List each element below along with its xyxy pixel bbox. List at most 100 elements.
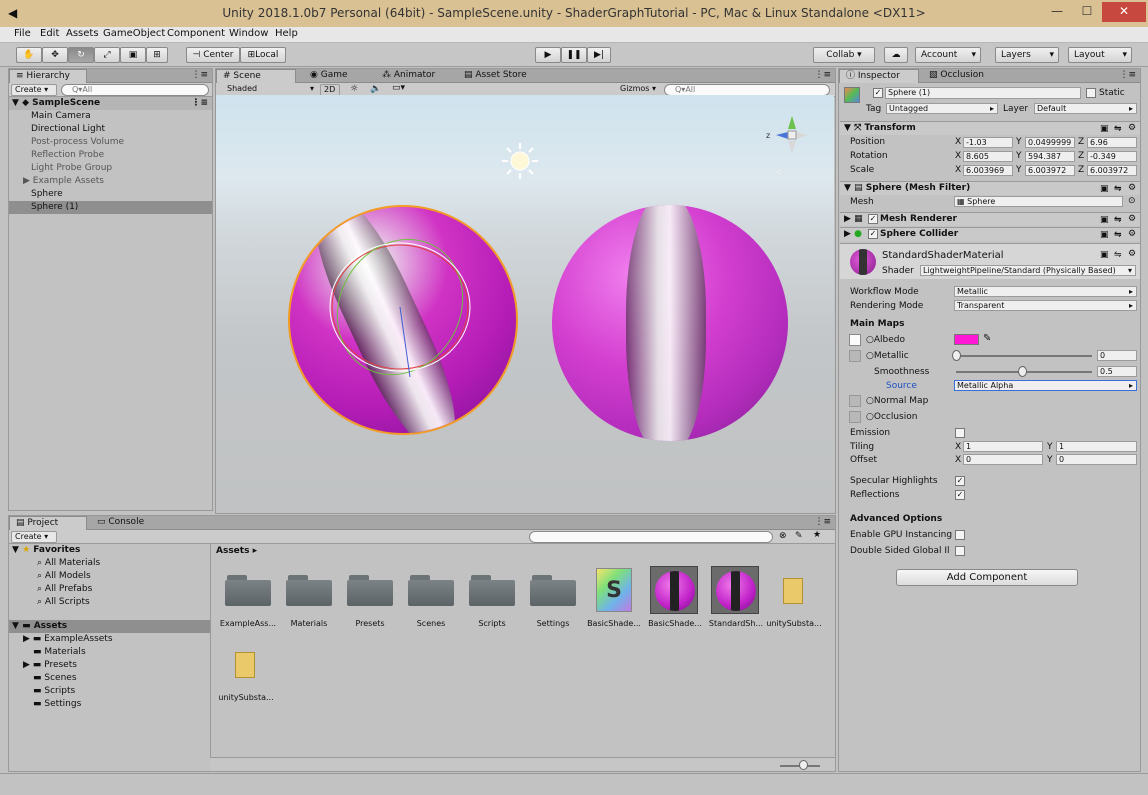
normal-map-texture-slot[interactable]: [849, 395, 861, 407]
scale-x-field[interactable]: 6.003969: [963, 165, 1013, 176]
smoothness-value-field[interactable]: 0.5: [1097, 366, 1137, 377]
tab-scene[interactable]: # Scene: [216, 69, 296, 83]
help-icon[interactable]: ▣: [1100, 250, 1109, 260]
rotation-z-field[interactable]: -0.349: [1087, 151, 1137, 162]
scale-z-field[interactable]: 6.003972: [1087, 165, 1137, 176]
menu-edit[interactable]: Edit: [40, 28, 59, 39]
folder-tree-item[interactable]: ▬ Scripts: [9, 685, 210, 698]
folder-icon[interactable]: [286, 572, 332, 606]
add-component-button[interactable]: Add Component: [896, 569, 1078, 586]
albedo-picker-icon[interactable]: ○: [866, 335, 874, 345]
scale-tool-button[interactable]: ⤢: [94, 47, 120, 63]
tab-animator[interactable]: ⁂ Animator: [376, 69, 441, 83]
rect-tool-button[interactable]: ▣: [120, 47, 146, 63]
preset-icon[interactable]: ⇋: [1114, 250, 1122, 260]
pause-button[interactable]: ❚❚: [561, 47, 587, 63]
folder-icon[interactable]: [347, 572, 393, 606]
tab-inspector[interactable]: ⓘ Inspector: [839, 69, 919, 83]
mesh-renderer-header[interactable]: ▶ ▦ ✓ Mesh Renderer ▣ ⇋ ⚙: [840, 212, 1140, 226]
material-sphere-icon[interactable]: [711, 566, 759, 614]
folder-tree-item[interactable]: ▬ Settings: [9, 698, 210, 711]
hierarchy-item[interactable]: Reflection Probe: [9, 149, 212, 162]
layer-dropdown[interactable]: Default ▸: [1034, 103, 1137, 114]
hierarchy-item[interactable]: Post-process Volume: [9, 136, 212, 149]
settings-gear-icon[interactable]: ⚙: [1128, 122, 1136, 135]
project-create-dropdown[interactable]: Create ▾: [11, 531, 57, 543]
hierarchy-item[interactable]: Sphere: [9, 188, 212, 201]
step-button[interactable]: ▶|: [587, 47, 611, 63]
sphere-collider-checkbox[interactable]: ✓: [868, 229, 878, 239]
close-button[interactable]: ✕: [1102, 2, 1146, 22]
menu-help[interactable]: Help: [275, 28, 298, 39]
hierarchy-item[interactable]: Main Camera: [9, 110, 212, 123]
metallic-picker-icon[interactable]: ○: [866, 351, 874, 361]
favorite-item[interactable]: ⌕ All Models: [9, 570, 210, 583]
object-picker-icon[interactable]: ⊙: [1128, 196, 1136, 206]
tab-project[interactable]: ▤ Project: [9, 516, 87, 530]
folder-icon[interactable]: [408, 572, 454, 606]
position-y-field[interactable]: 0.0499999: [1025, 137, 1075, 148]
folder-icon[interactable]: [225, 572, 271, 606]
zip-file-icon[interactable]: [783, 578, 803, 604]
double-sided-gi-checkbox[interactable]: [955, 546, 965, 556]
settings-gear-icon[interactable]: ⚙: [1128, 228, 1136, 241]
sphere[interactable]: [552, 205, 788, 441]
smoothness-slider-thumb[interactable]: [1018, 366, 1027, 377]
sphere-selected[interactable]: [288, 205, 518, 435]
mesh-filter-header[interactable]: ▼ ▤ Sphere (Mesh Filter) ▣ ⇋ ⚙: [840, 181, 1140, 195]
mesh-object-field[interactable]: ▦ Sphere: [954, 196, 1123, 207]
hierarchy-item[interactable]: Directional Light: [9, 123, 212, 136]
static-checkbox[interactable]: [1086, 88, 1096, 98]
occlusion-texture-slot[interactable]: [849, 411, 861, 423]
layout-dropdown[interactable]: Layout ▾: [1068, 47, 1132, 63]
normal-map-picker-icon[interactable]: ○: [866, 396, 874, 406]
transform-tool-button[interactable]: ⊞: [146, 47, 168, 63]
mesh-renderer-checkbox[interactable]: ✓: [868, 214, 878, 224]
hierarchy-item-selected[interactable]: Sphere (1): [9, 201, 212, 214]
source-dropdown[interactable]: Metallic Alpha ▸: [954, 380, 1137, 391]
assets-breadcrumb[interactable]: Assets ▸: [216, 546, 257, 556]
active-checkbox[interactable]: ✓: [873, 88, 883, 98]
tag-dropdown[interactable]: Untagged ▸: [886, 103, 998, 114]
preset-icon[interactable]: ⇋: [1114, 214, 1122, 227]
hierarchy-item[interactable]: Light Probe Group: [9, 162, 212, 175]
layers-dropdown[interactable]: Layers ▾: [995, 47, 1059, 63]
favorite-item[interactable]: ⌕ All Materials: [9, 557, 210, 570]
favorite-item[interactable]: ⌕ All Prefabs: [9, 583, 210, 596]
emission-checkbox[interactable]: [955, 428, 965, 438]
offset-y-field[interactable]: 0: [1056, 454, 1137, 465]
folder-tree-item[interactable]: ▶ ▬ ExampleAssets: [9, 633, 210, 646]
maximize-button[interactable]: ☐: [1073, 2, 1101, 22]
settings-gear-icon[interactable]: ⚙: [1128, 182, 1136, 195]
occlusion-picker-icon[interactable]: ○: [866, 412, 874, 422]
play-button[interactable]: ▶: [535, 47, 561, 63]
reflections-checkbox[interactable]: ✓: [955, 490, 965, 500]
hierarchy-search-input[interactable]: Q▾All: [61, 84, 209, 96]
minimize-button[interactable]: —: [1043, 2, 1071, 22]
preset-icon[interactable]: ⇋: [1114, 229, 1122, 242]
scene-menu-icon[interactable]: ⋮≡: [191, 97, 208, 110]
lighting-icon[interactable]: ☼: [350, 84, 358, 94]
collab-dropdown[interactable]: Collab ▾: [813, 47, 875, 63]
move-tool-button[interactable]: ✥: [42, 47, 68, 63]
favorite-star-icon[interactable]: ★: [813, 530, 821, 540]
tab-hierarchy[interactable]: ≡ Hierarchy: [9, 69, 87, 83]
menu-component[interactable]: Component: [167, 28, 225, 39]
filter-type-icon[interactable]: ⊗: [779, 531, 787, 541]
pivot-center-button[interactable]: ⊣ Center: [186, 47, 240, 63]
help-icon[interactable]: ▣: [1100, 123, 1109, 136]
panel-menu-icon[interactable]: ⋮≡: [191, 70, 208, 80]
panel-menu-icon[interactable]: ⋮≡: [814, 517, 831, 527]
scene-viewport[interactable]: z <: [216, 95, 834, 513]
tab-occlusion[interactable]: ▧ Occlusion: [923, 69, 990, 83]
favorite-item[interactable]: ⌕ All Scripts: [9, 596, 210, 609]
zip-file-icon[interactable]: [235, 652, 255, 678]
scale-y-field[interactable]: 6.003972: [1025, 165, 1075, 176]
help-icon[interactable]: ▣: [1100, 214, 1109, 227]
material-sphere-icon[interactable]: [650, 566, 698, 614]
project-search-input[interactable]: [529, 531, 773, 543]
help-icon[interactable]: ▣: [1100, 183, 1109, 196]
metallic-slider-track[interactable]: [956, 355, 1092, 357]
tab-game[interactable]: ◉ Game: [304, 69, 354, 83]
filter-label-icon[interactable]: ✎: [795, 531, 803, 541]
